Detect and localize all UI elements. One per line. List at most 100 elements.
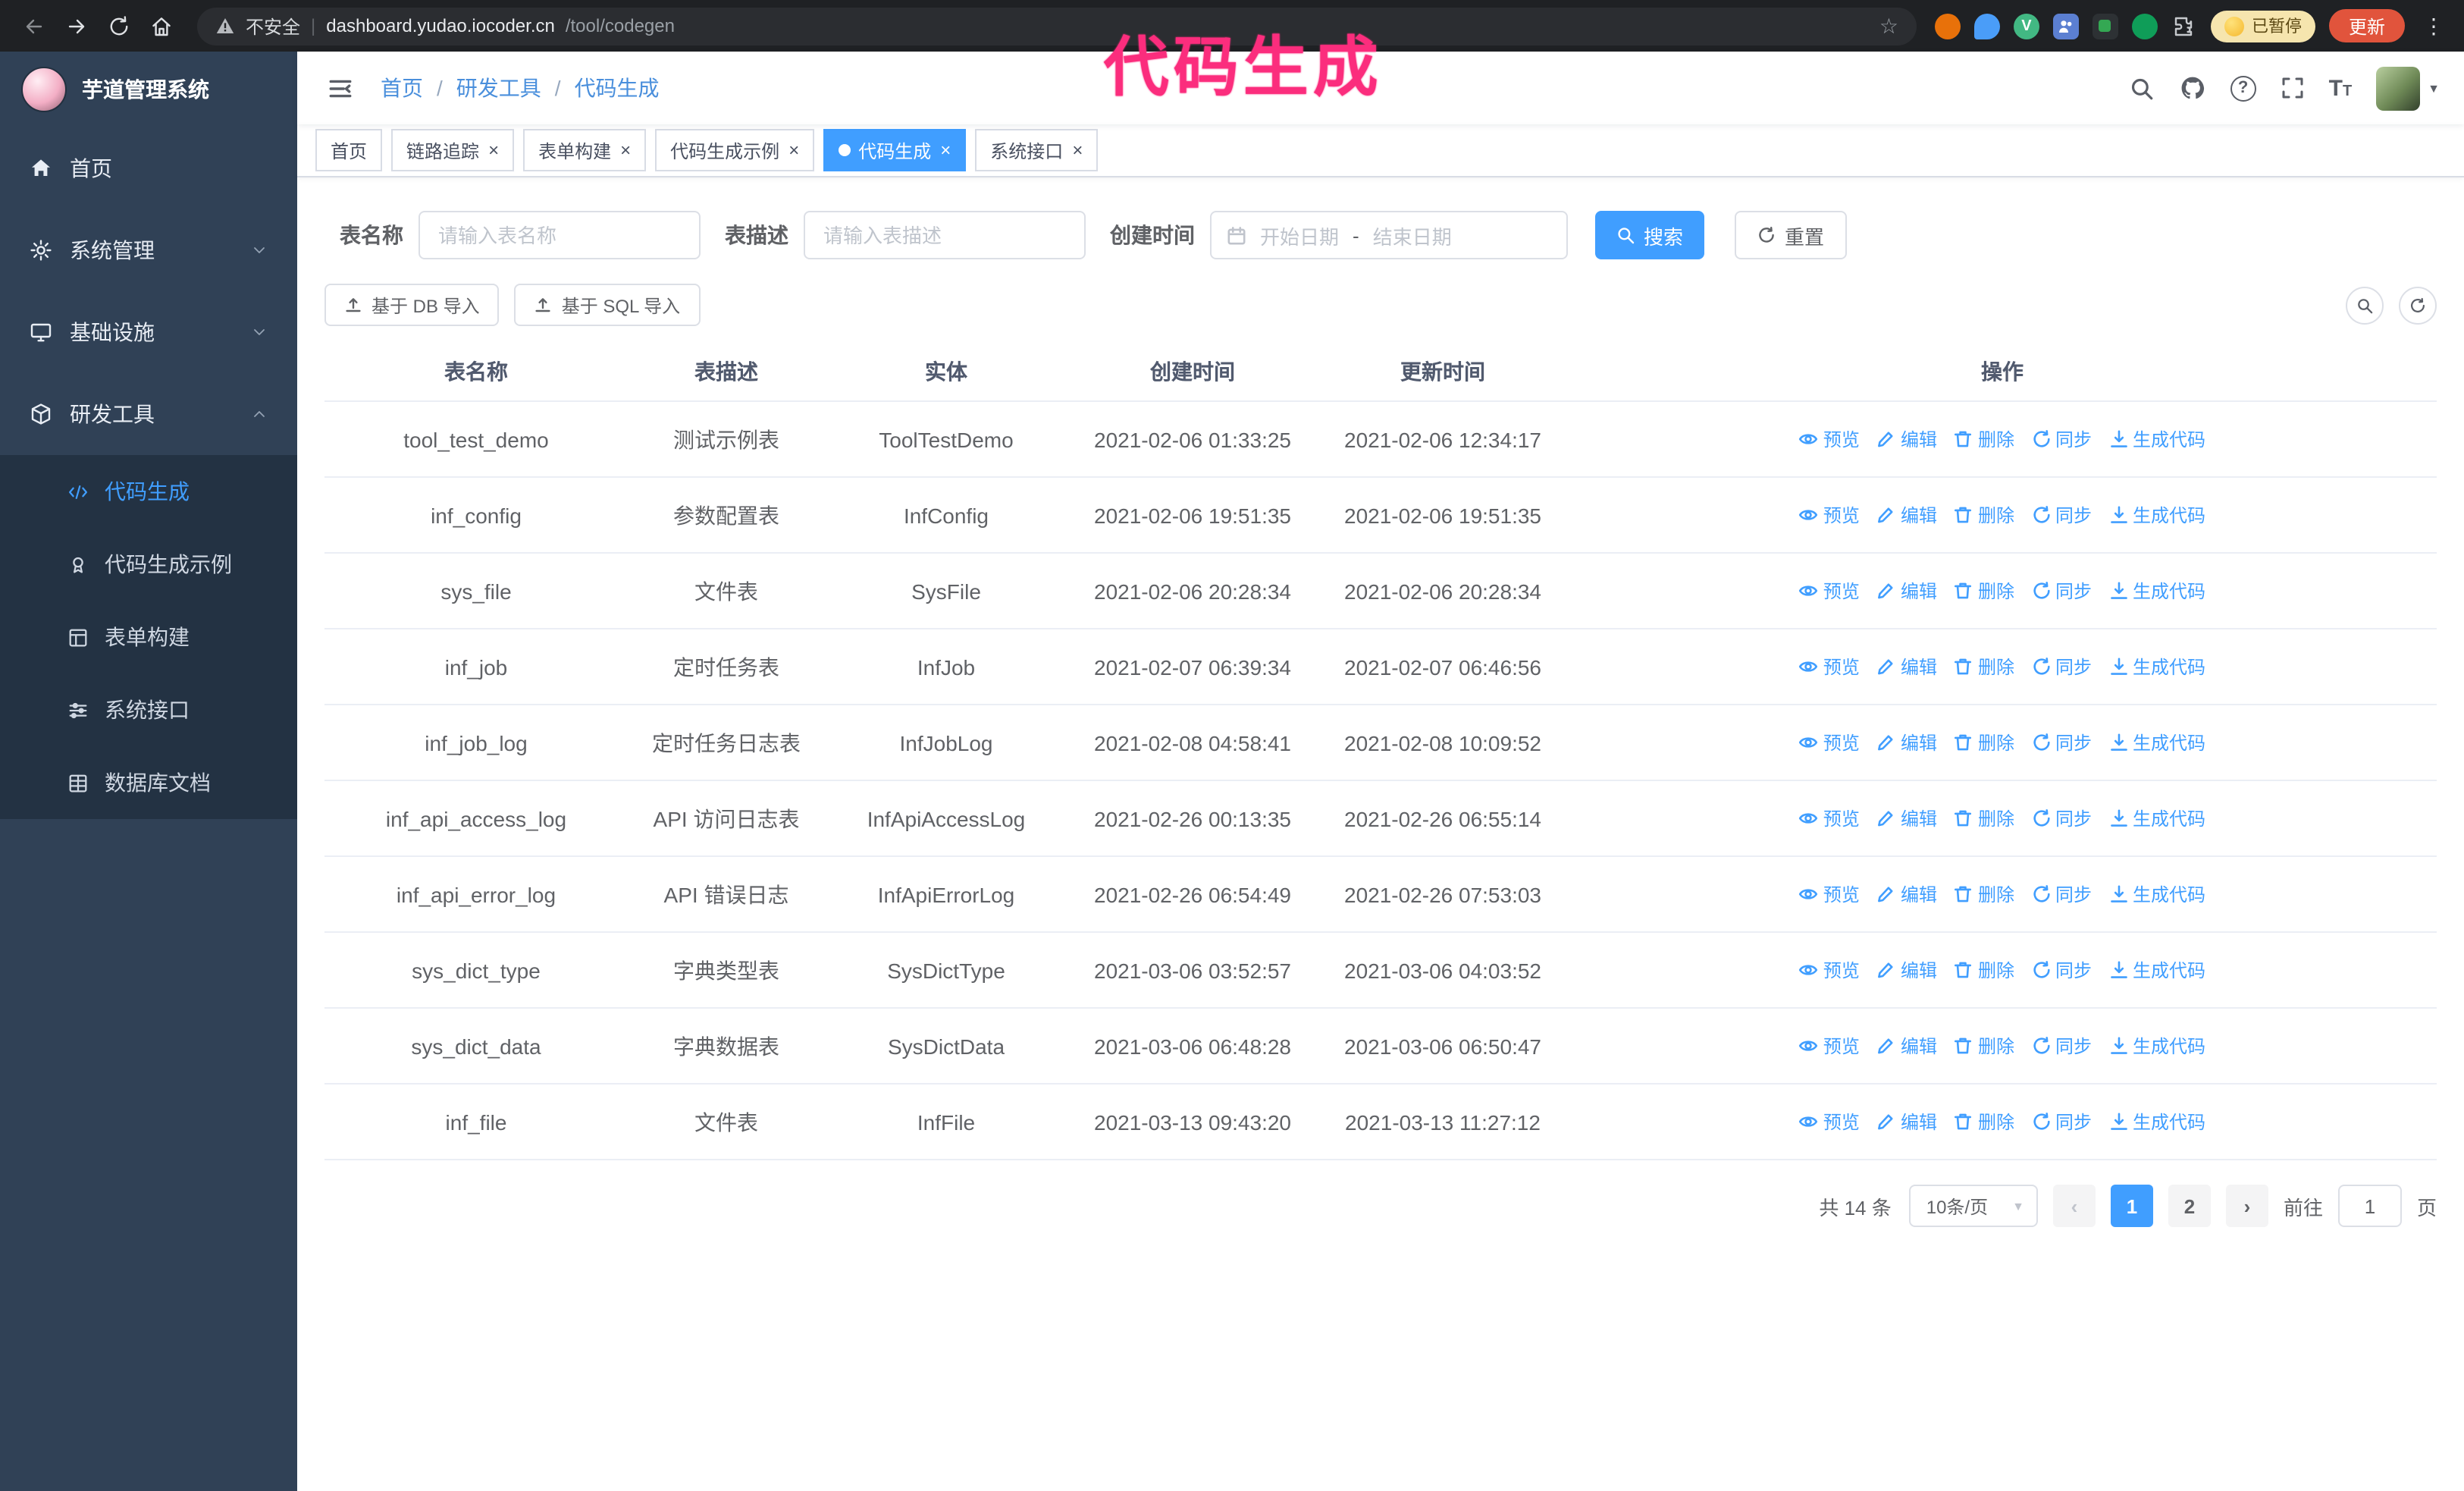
- generate-code-action[interactable]: 生成代码: [2108, 581, 2205, 601]
- edit-action[interactable]: 编辑: [1876, 581, 1937, 601]
- extension-icon[interactable]: [2092, 13, 2118, 39]
- forward-icon[interactable]: [58, 8, 94, 44]
- table-name-input[interactable]: [419, 211, 701, 259]
- profile-paused-badge[interactable]: 已暂停: [2210, 10, 2315, 42]
- github-icon[interactable]: [2179, 74, 2206, 102]
- sidebar-item-infrastructure[interactable]: 基础设施: [0, 291, 297, 373]
- extension-icon[interactable]: [1934, 13, 1961, 39]
- preview-action[interactable]: 预览: [1799, 429, 1860, 449]
- generate-code-action[interactable]: 生成代码: [2108, 733, 2205, 752]
- edit-action[interactable]: 编辑: [1876, 808, 1937, 828]
- extension-icon[interactable]: [1973, 13, 2000, 39]
- sidebar-item-system[interactable]: 系统管理: [0, 209, 297, 291]
- tab-close-icon[interactable]: ×: [940, 140, 951, 161]
- generate-code-action[interactable]: 生成代码: [2108, 505, 2205, 525]
- generate-code-action[interactable]: 生成代码: [2108, 1112, 2205, 1132]
- date-range-picker[interactable]: 开始日期 - 结束日期: [1210, 211, 1568, 259]
- sidebar-item-db-docs[interactable]: 数据库文档: [0, 746, 297, 819]
- edit-action[interactable]: 编辑: [1876, 733, 1937, 752]
- preview-action[interactable]: 预览: [1799, 505, 1860, 525]
- tab-system-api[interactable]: 系统接口 ×: [975, 129, 1099, 171]
- delete-action[interactable]: 删除: [1954, 733, 2014, 752]
- sidebar-item-codegen-example[interactable]: 代码生成示例: [0, 528, 297, 601]
- preview-action[interactable]: 预览: [1799, 1112, 1860, 1132]
- sidebar-item-system-api[interactable]: 系统接口: [0, 673, 297, 746]
- page-size-select[interactable]: 10条/页 ▼: [1909, 1185, 2038, 1227]
- generate-code-action[interactable]: 生成代码: [2108, 960, 2205, 980]
- delete-action[interactable]: 删除: [1954, 884, 2014, 904]
- breadcrumb-home[interactable]: 首页: [381, 73, 423, 103]
- reset-button[interactable]: 重置: [1735, 211, 1848, 259]
- extension-icon[interactable]: [2131, 13, 2158, 39]
- preview-action[interactable]: 预览: [1799, 884, 1860, 904]
- generate-code-action[interactable]: 生成代码: [2108, 657, 2205, 676]
- preview-action[interactable]: 预览: [1799, 808, 1860, 828]
- back-icon[interactable]: [15, 8, 52, 44]
- help-icon[interactable]: ?: [2230, 75, 2256, 101]
- font-size-icon[interactable]: TT: [2329, 77, 2353, 99]
- extension-icon-vue[interactable]: V: [2013, 13, 2039, 39]
- address-bar[interactable]: 不安全 | dashboard.yudao.iocoder.cn/tool/co…: [197, 7, 1917, 45]
- generate-code-action[interactable]: 生成代码: [2108, 884, 2205, 904]
- sync-action[interactable]: 同步: [2031, 581, 2092, 601]
- delete-action[interactable]: 删除: [1954, 1112, 2014, 1132]
- extension-icon[interactable]: [2052, 13, 2079, 39]
- delete-action[interactable]: 删除: [1954, 808, 2014, 828]
- sync-action[interactable]: 同步: [2031, 960, 2092, 980]
- tab-close-icon[interactable]: ×: [788, 140, 799, 161]
- import-sql-button[interactable]: 基于 SQL 导入: [514, 284, 701, 326]
- sync-action[interactable]: 同步: [2031, 657, 2092, 676]
- chrome-menu-kebab-icon[interactable]: ⋮: [2419, 13, 2449, 39]
- delete-action[interactable]: 删除: [1954, 429, 2014, 449]
- preview-action[interactable]: 预览: [1799, 733, 1860, 752]
- import-db-button[interactable]: 基于 DB 导入: [324, 284, 500, 326]
- sidebar-collapse-icon[interactable]: [321, 69, 359, 107]
- sync-action[interactable]: 同步: [2031, 733, 2092, 752]
- tab-close-icon[interactable]: ×: [620, 140, 631, 161]
- page-button-2[interactable]: 2: [2168, 1185, 2211, 1227]
- table-desc-input[interactable]: [804, 211, 1086, 259]
- toggle-search-button[interactable]: [2346, 286, 2384, 324]
- sidebar-item-form-builder[interactable]: 表单构建: [0, 601, 297, 673]
- chrome-update-button[interactable]: 更新: [2328, 9, 2405, 42]
- tab-close-icon[interactable]: ×: [488, 140, 499, 161]
- edit-action[interactable]: 编辑: [1876, 960, 1937, 980]
- edit-action[interactable]: 编辑: [1876, 657, 1937, 676]
- search-button[interactable]: 搜索: [1595, 211, 1705, 259]
- generate-code-action[interactable]: 生成代码: [2108, 429, 2205, 449]
- preview-action[interactable]: 预览: [1799, 657, 1860, 676]
- sync-action[interactable]: 同步: [2031, 505, 2092, 525]
- edit-action[interactable]: 编辑: [1876, 505, 1937, 525]
- tab-close-icon[interactable]: ×: [1072, 140, 1083, 161]
- preview-action[interactable]: 预览: [1799, 581, 1860, 601]
- app-logo[interactable]: 芋道管理系统: [0, 52, 297, 127]
- date-start-placeholder[interactable]: 开始日期: [1260, 221, 1339, 250]
- delete-action[interactable]: 删除: [1954, 505, 2014, 525]
- sync-action[interactable]: 同步: [2031, 884, 2092, 904]
- delete-action[interactable]: 删除: [1954, 581, 2014, 601]
- edit-action[interactable]: 编辑: [1876, 1036, 1937, 1056]
- sync-action[interactable]: 同步: [2031, 1112, 2092, 1132]
- refresh-table-button[interactable]: [2399, 286, 2437, 324]
- reload-icon[interactable]: [100, 8, 136, 44]
- sync-action[interactable]: 同步: [2031, 429, 2092, 449]
- date-end-placeholder[interactable]: 结束日期: [1373, 221, 1452, 250]
- sync-action[interactable]: 同步: [2031, 808, 2092, 828]
- delete-action[interactable]: 删除: [1954, 960, 2014, 980]
- tab-trace[interactable]: 链路追踪 ×: [391, 129, 515, 171]
- edit-action[interactable]: 编辑: [1876, 1112, 1937, 1132]
- edit-action[interactable]: 编辑: [1876, 429, 1937, 449]
- goto-page-input[interactable]: [2337, 1185, 2402, 1227]
- preview-action[interactable]: 预览: [1799, 960, 1860, 980]
- sidebar-item-codegen[interactable]: 代码生成: [0, 455, 297, 528]
- delete-action[interactable]: 删除: [1954, 1036, 2014, 1056]
- user-menu[interactable]: ▼: [2376, 66, 2440, 110]
- sidebar-item-home[interactable]: 首页: [0, 127, 297, 209]
- breadcrumb-dev-tools[interactable]: 研发工具: [456, 73, 541, 103]
- prev-page-button[interactable]: ‹: [2052, 1185, 2096, 1227]
- generate-code-action[interactable]: 生成代码: [2108, 1036, 2205, 1056]
- bookmark-star-icon[interactable]: ☆: [1879, 13, 1898, 39]
- tab-codegen[interactable]: 代码生成 ×: [823, 129, 967, 171]
- page-button-1[interactable]: 1: [2110, 1185, 2153, 1227]
- sidebar-item-dev-tools[interactable]: 研发工具: [0, 373, 297, 455]
